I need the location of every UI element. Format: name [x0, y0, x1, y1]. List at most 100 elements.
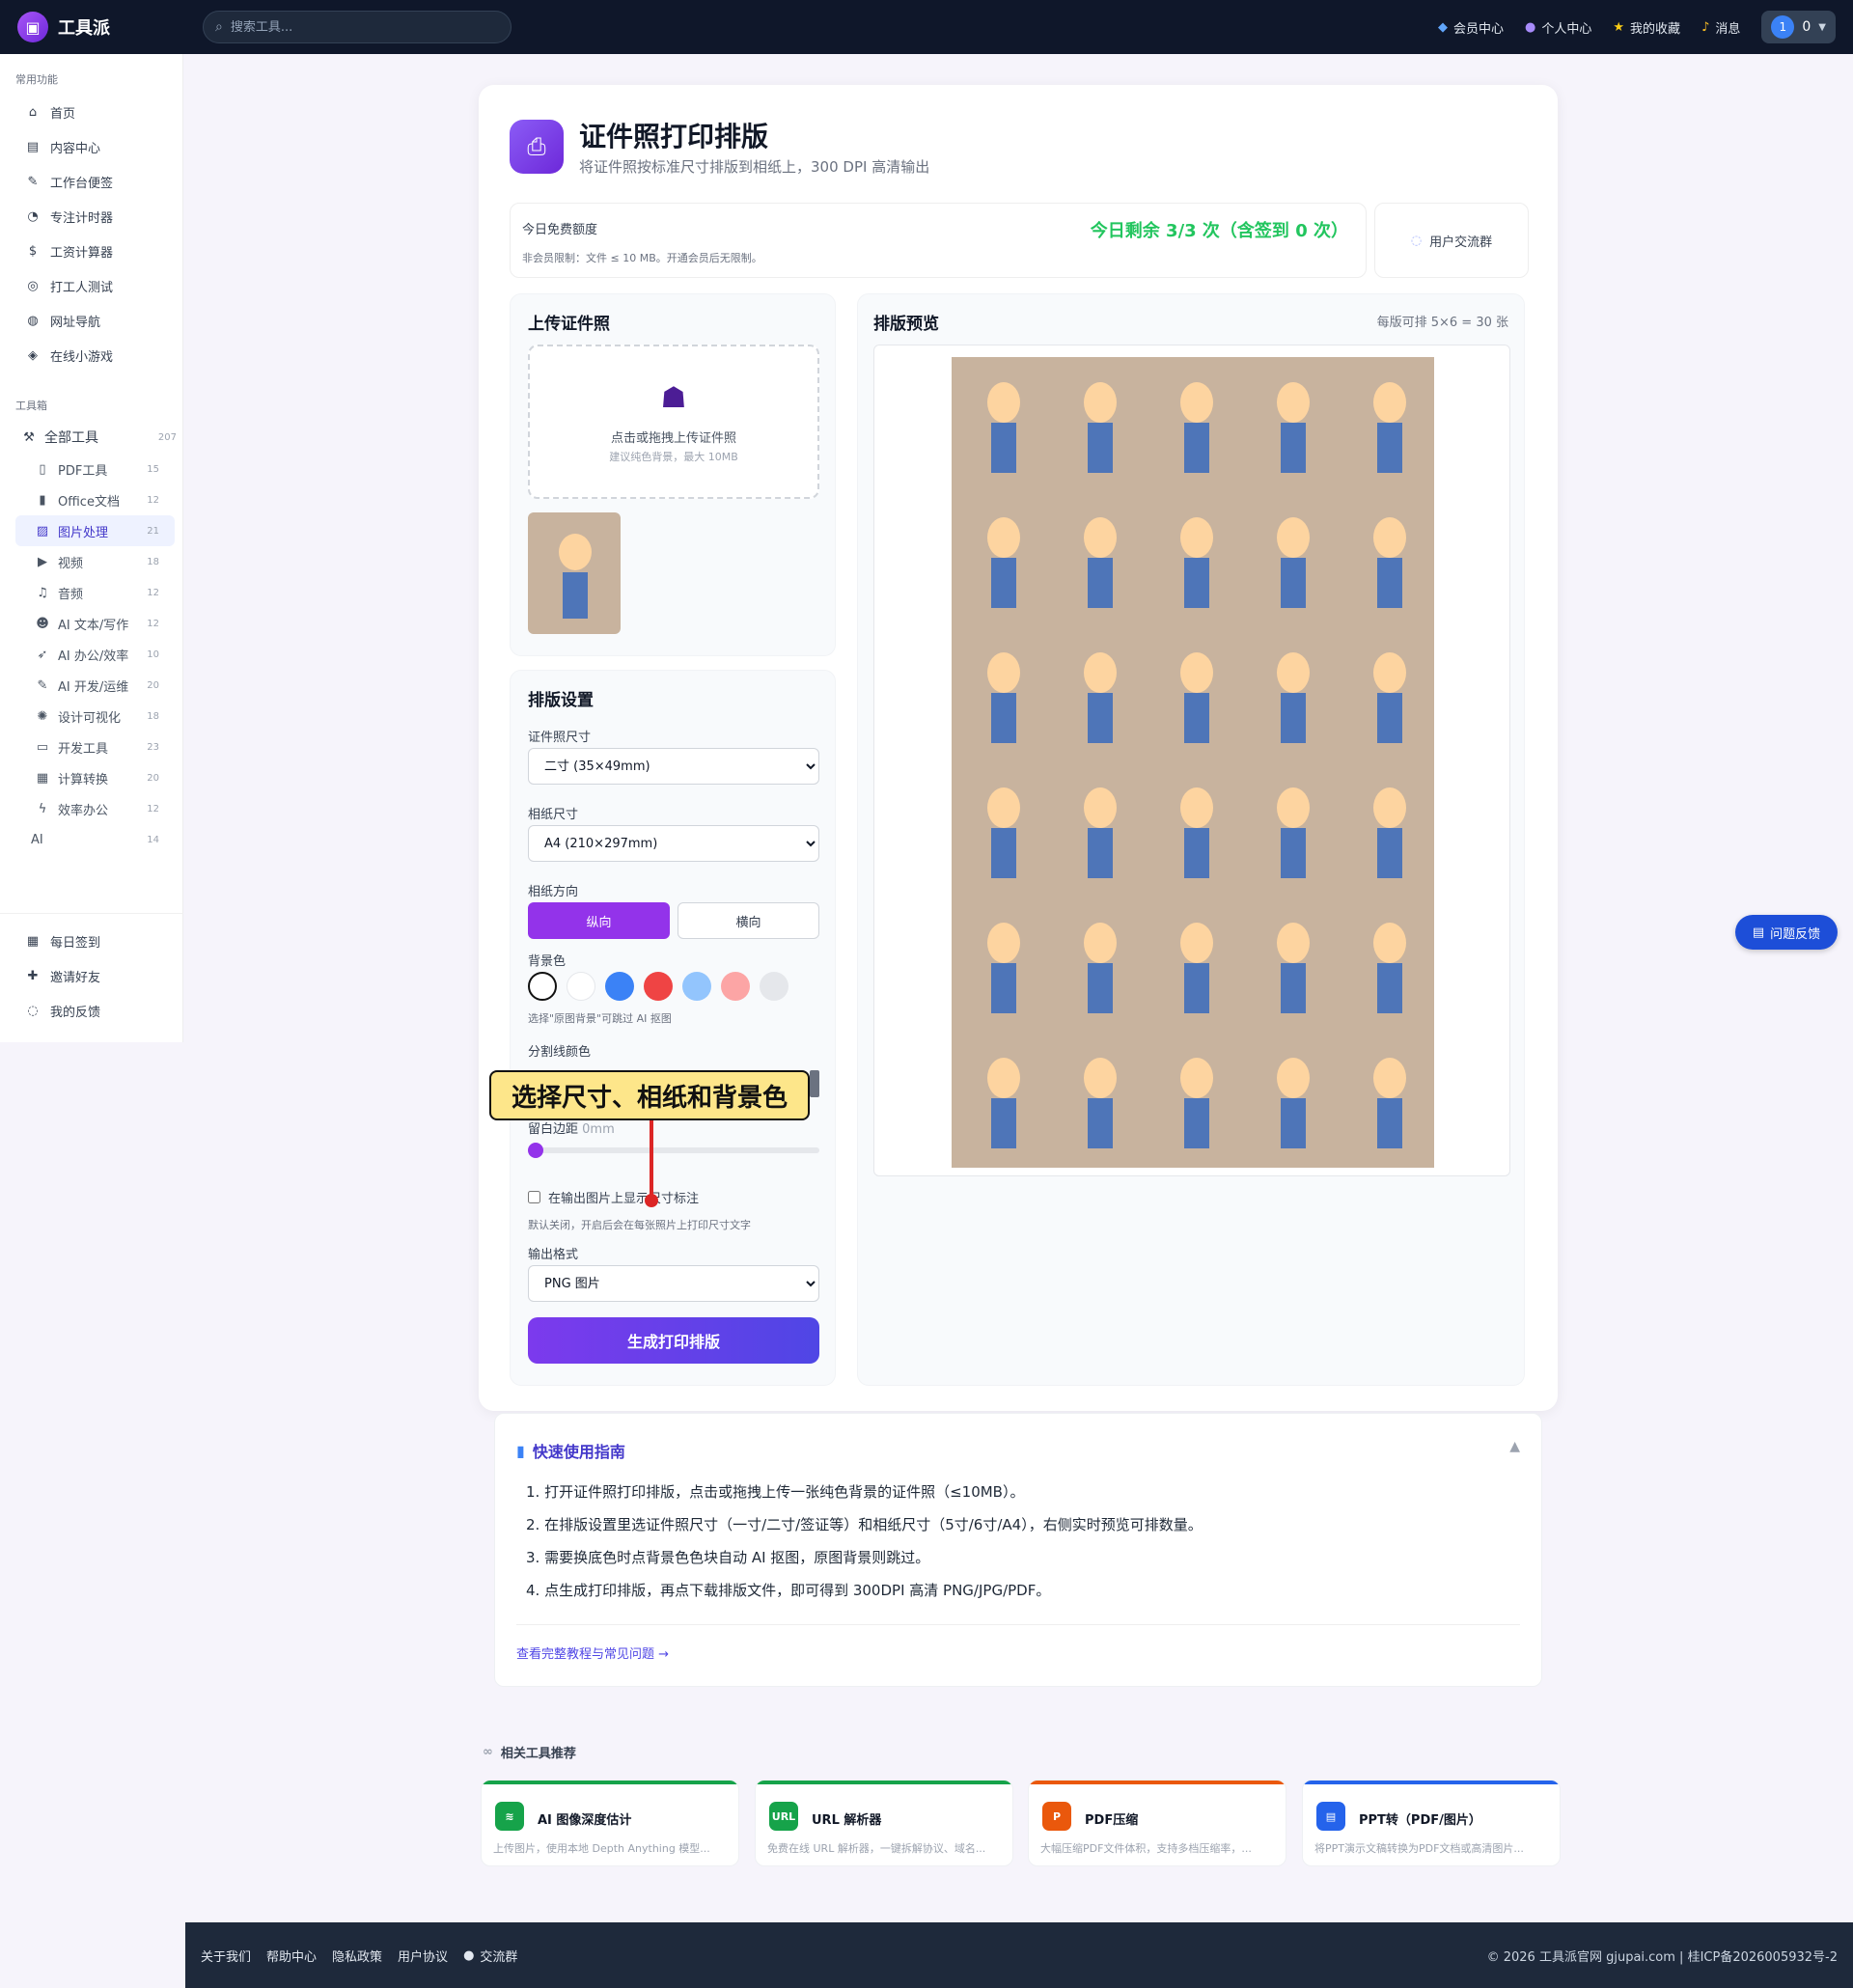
vip-link[interactable]: ◆ 会员中心 [1438, 18, 1504, 37]
photo-size-select[interactable]: 二寸 (35×49mm) [528, 748, 819, 785]
preview-photo [1274, 787, 1313, 882]
sidebar-item-games[interactable]: ◈ 在线小游戏 [0, 338, 182, 373]
upload-hint: 点击或拖拽上传证件照 [610, 431, 736, 446]
sidebar-item-ai-office[interactable]: ➶ AI 办公/效率 10 [0, 639, 182, 670]
page-subtitle: 将证件照按标准尺寸排版到相纸上，300 DPI 高清输出 [579, 158, 930, 176]
sidebar-item-all-tools[interactable]: ⚒ 全部工具 207 [0, 421, 182, 454]
bg-color-hint: 选择"原图背景"可跳过 AI 抠图 [528, 1012, 672, 1025]
sidebar-item-checkin[interactable]: ▦ 每日签到 [0, 924, 183, 958]
search-input[interactable] [230, 19, 482, 35]
full-tutorial-link[interactable]: 查看完整教程与常见问题 → [516, 1643, 669, 1662]
footer-help-link[interactable]: 帮助中心 [266, 1947, 317, 1965]
paper-size-select[interactable]: A4 (210×297mm) [528, 825, 819, 862]
show-size-checkbox[interactable] [528, 1191, 540, 1203]
margin-slider[interactable] [528, 1143, 819, 1158]
preview-capacity: 每版可排 5×6 = 30 张 [1376, 316, 1508, 330]
footer-group-link[interactable]: ● 交流群 [463, 1947, 517, 1965]
divider-color-label: 分割线颜色 [528, 1045, 592, 1060]
clapper-icon: ▶ [38, 554, 47, 569]
memo-icon: ✎ [27, 174, 39, 189]
slider-handle[interactable] [528, 1143, 543, 1158]
collapse-arrow-icon[interactable]: ▲ [1509, 1439, 1520, 1454]
music-note-icon: ♫ [37, 585, 48, 600]
preview-photo [1177, 923, 1216, 1017]
bg-color-swatch-4[interactable] [682, 972, 711, 1001]
show-size-checkbox-row[interactable]: 在输出图片上显示尺寸标注 [528, 1188, 699, 1206]
bg-color-swatch-6[interactable] [760, 972, 788, 1001]
orientation-portrait-button[interactable]: 纵向 [528, 902, 670, 939]
sidebar-item-design[interactable]: ✺ 设计可视化 18 [0, 701, 182, 732]
sidebar-item-image[interactable]: ▨ 图片处理 21 [15, 515, 175, 546]
preview-photo [1177, 787, 1216, 882]
sidebar-item-home[interactable]: ⌂ 首页 [0, 95, 182, 129]
preview-photo [1177, 1058, 1216, 1152]
format-select[interactable]: PNG 图片 [528, 1265, 819, 1302]
sidebar-item-notes[interactable]: ✎ 工作台便签 [0, 164, 182, 199]
sidebar-item-test[interactable]: ◎ 打工人测试 [0, 268, 182, 303]
sidebar-item-video[interactable]: ▶ 视频 18 [0, 546, 182, 577]
sidebar-item-ai-dev[interactable]: ✎ AI 开发/运维 20 [0, 670, 182, 701]
speech-bubble-icon: ● [463, 1947, 475, 1963]
gamepad-icon: ◈ [28, 347, 38, 363]
preview-photo [1370, 923, 1409, 1017]
sidebar-item-pdf[interactable]: ▯ PDF工具 15 [0, 454, 182, 484]
bell-icon: ♪ [1701, 19, 1710, 35]
upload-dropzone[interactable]: ☗ 点击或拖拽上传证件照 建议纯色背景，最大 10MB [528, 345, 819, 499]
quota-box: 今日免费额度 非会员限制：文件 ≤ 10 MB。开通会员后无限制。 今日剩余 3… [510, 203, 1367, 278]
guide-step: 1. 打开证件照打印排版，点击或拖拽上传一张纯色背景的证件照（≤10MB）。 [526, 1483, 1025, 1501]
profile-link[interactable]: ● 个人中心 [1525, 18, 1591, 37]
bg-color-swatch-2[interactable] [605, 972, 634, 1001]
preview-photo [1370, 1058, 1409, 1152]
bg-color-swatch-5[interactable] [721, 972, 750, 1001]
footer-about-link[interactable]: 关于我们 [201, 1947, 251, 1965]
quota-limit: 非会员限制：文件 ≤ 10 MB。开通会员后无限制。 [522, 252, 762, 264]
divider-color-swatch[interactable] [810, 1070, 819, 1097]
related-tool-card[interactable]: P PDF压缩 大幅压缩PDF文件体积，支持多档压缩率，... [1028, 1780, 1286, 1866]
margin-label: 留白边距 0mm [528, 1122, 615, 1137]
guide-header[interactable]: ▮ 快速使用指南 [516, 1439, 625, 1462]
related-tool-card[interactable]: ▤ PPT转（PDF/图片） 将PPT演示文稿转换为PDF文档或高清图片... [1302, 1780, 1561, 1866]
sidebar-item-calc[interactable]: ▦ 计算转换 20 [0, 762, 182, 793]
footer-terms-link[interactable]: 用户协议 [398, 1947, 448, 1965]
related-tool-title: AI 图像深度估计 [538, 1813, 632, 1828]
favorites-link[interactable]: ★ 我的收藏 [1613, 18, 1680, 37]
sidebar-item-audio[interactable]: ♫ 音频 12 [0, 577, 182, 608]
sidebar-item-content[interactable]: ▤ 内容中心 [0, 129, 182, 164]
sidebar-item-nav[interactable]: ◍ 网址导航 [0, 303, 182, 338]
wrench-icon: ✎ [37, 677, 48, 693]
related-tool-card[interactable]: ≋ AI 图像深度估计 上传图片，使用本地 Depth Anything 模型... [481, 1780, 739, 1866]
sidebar-item-salary[interactable]: $ 工资计算器 [0, 234, 182, 268]
user-menu[interactable]: 1 0 ▼ [1761, 11, 1836, 43]
sidebar-item-feedback[interactable]: ◌ 我的反馈 [0, 993, 183, 1028]
search-box[interactable]: ⌕ [203, 11, 512, 43]
messages-link[interactable]: ♪ 消息 [1701, 18, 1740, 37]
footer-privacy-link[interactable]: 隐私政策 [332, 1947, 382, 1965]
robot-icon: ☻ [36, 616, 49, 631]
related-tool-card[interactable]: URL URL 解析器 免费在线 URL 解析器，一键拆解协议、域名... [755, 1780, 1013, 1866]
sidebar-item-ai[interactable]: AI 14 [0, 824, 182, 855]
top-bar: ▣ 工具派 ⌕ ◆会员中心 ●个人中心 ★我的收藏 ♪消息 1 0 ▼ [0, 0, 1853, 54]
sidebar-item-invite[interactable]: ✚ 邀请好友 [0, 958, 183, 993]
user-group-button[interactable]: ◌ 用户交流群 [1374, 203, 1529, 278]
sidebar-item-efficiency[interactable]: ϟ 效率办公 12 [0, 793, 182, 824]
generate-button[interactable]: 生成打印排版 [528, 1317, 819, 1364]
sidebar-item-timer[interactable]: ◔ 专注计时器 [0, 199, 182, 234]
speech-bubble-icon: ◌ [27, 1003, 39, 1018]
sidebar-item-dev[interactable]: ▭ 开发工具 23 [0, 732, 182, 762]
feedback-button[interactable]: ▤ 问题反馈 [1735, 915, 1838, 950]
logo[interactable]: ▣ 工具派 [17, 12, 183, 42]
hammer-icon: ⚒ [23, 429, 35, 445]
bg-color-swatch-1[interactable] [567, 972, 595, 1001]
bg-color-swatch-3[interactable] [644, 972, 673, 1001]
sidebar-item-office[interactable]: ▮ Office文档 12 [0, 484, 182, 515]
related-tool-desc: 上传图片，使用本地 Depth Anything 模型... [493, 1842, 710, 1855]
search-icon: ⌕ [215, 19, 223, 35]
bg-color-swatch-0[interactable] [528, 972, 557, 1001]
sidebar-item-ai-text[interactable]: ☻ AI 文本/写作 12 [0, 608, 182, 639]
upload-panel: 上传证件照 ☗ 点击或拖拽上传证件照 建议纯色背景，最大 10MB [510, 293, 836, 656]
orientation-landscape-button[interactable]: 横向 [678, 902, 819, 939]
news-icon: ▤ [26, 139, 40, 154]
guide-step: 4. 点生成打印排版，再点下载排版文件，即可得到 300DPI 高清 PNG/J… [526, 1582, 1051, 1599]
tooltip-pointer-dot [645, 1194, 658, 1207]
uploaded-photo-thumbnail[interactable] [528, 512, 621, 634]
